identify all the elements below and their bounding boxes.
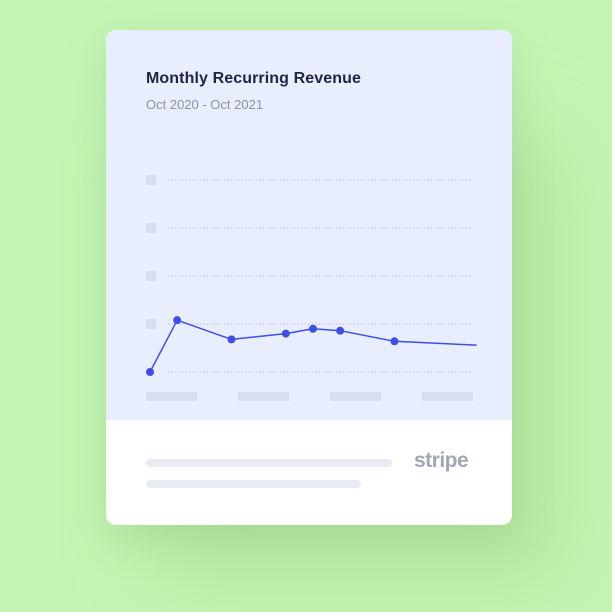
data-point [146, 368, 154, 376]
x-tick-placeholder [146, 392, 197, 401]
mrr-card: Monthly Recurring Revenue Oct 2020 - Oct… [106, 30, 512, 525]
data-point [227, 335, 236, 344]
mrr-line-chart [146, 175, 477, 401]
page: Monthly Recurring Revenue Oct 2020 - Oct… [0, 0, 612, 612]
data-point [390, 337, 399, 346]
data-point [336, 326, 345, 335]
y-tick-placeholder [146, 175, 156, 185]
x-tick-placeholder [422, 392, 473, 401]
y-tick-placeholder [146, 271, 156, 281]
data-point [173, 316, 182, 325]
y-tick-placeholder [146, 223, 156, 233]
y-tick-placeholder [146, 319, 156, 329]
stripe-logo: stripe [414, 449, 469, 472]
x-tick-placeholder [330, 392, 381, 401]
data-point [309, 324, 317, 333]
x-tick-placeholder [238, 392, 289, 401]
footer-placeholder-line [146, 459, 392, 467]
data-point [281, 329, 290, 338]
footer-placeholder-line [146, 480, 361, 488]
